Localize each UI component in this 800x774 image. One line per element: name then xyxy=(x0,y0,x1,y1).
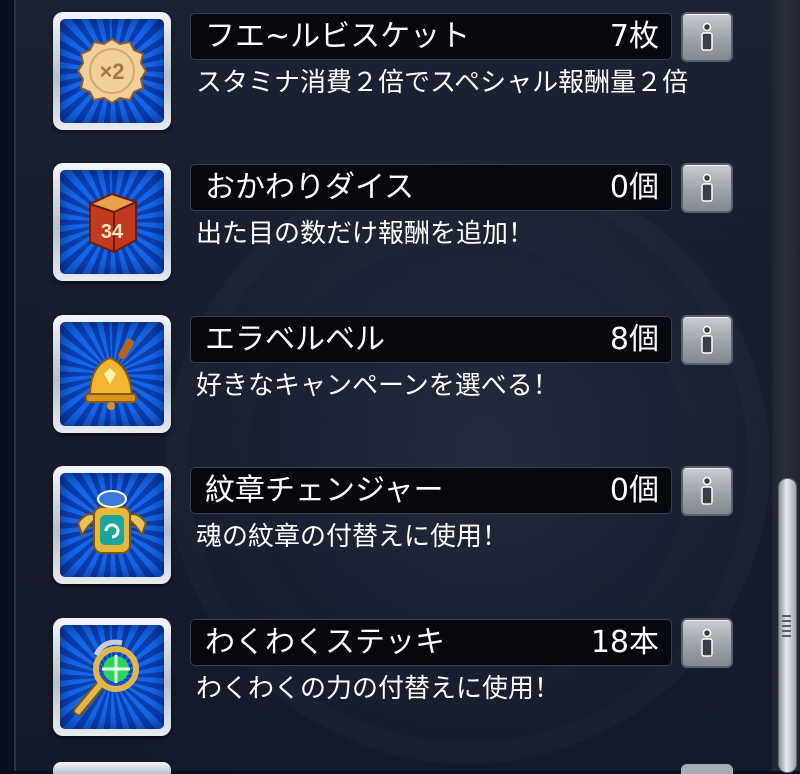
item-description: 出た目の数だけ報酬を追加！ xyxy=(196,219,535,249)
info-button[interactable] xyxy=(681,466,733,516)
item-count: 0個 xyxy=(609,170,659,205)
bell-icon xyxy=(85,338,137,410)
list-item[interactable]: 紋章チェンジャー 0個 魂の紋章の付替えに使用！ xyxy=(0,466,770,596)
scroll-grip-line xyxy=(782,630,791,632)
next-info-button[interactable] xyxy=(681,764,733,774)
crest-changer-icon xyxy=(76,490,148,554)
info-icon xyxy=(701,476,713,505)
dice-label: 34 xyxy=(101,221,124,243)
item-count: 18本 xyxy=(590,625,659,660)
item-name-bar: 紋章チェンジャー 0個 xyxy=(190,467,672,514)
item-icon-frame[interactable]: ×2 xyxy=(53,12,171,130)
item-count: 7枚 xyxy=(609,19,659,54)
item-name: わくわくステッキ xyxy=(205,625,445,660)
list-item[interactable]: ×2 フエ~ルビスケット 7枚 スタミナ消費２倍でスペシャル報酬量２倍 xyxy=(0,12,770,142)
scroll-grip-line xyxy=(782,625,791,627)
item-name-bar: おかわりダイス 0個 xyxy=(190,164,672,211)
info-icon xyxy=(701,628,713,657)
item-description: 好きなキャンペーンを選べる！ xyxy=(196,371,559,401)
item-icon-frame[interactable] xyxy=(53,618,171,736)
info-button[interactable] xyxy=(681,163,733,213)
biscuit-label: ×2 xyxy=(99,59,124,84)
scroll-grip-line xyxy=(782,635,791,637)
scroll-grip-line xyxy=(782,620,791,622)
list-item[interactable]: エラベルベル 8個 好きなキャンペーンを選べる！ xyxy=(0,315,770,445)
info-button[interactable] xyxy=(681,618,733,668)
item-name: 紋章チェンジャー xyxy=(205,473,444,508)
item-name-bar: フエ~ルビスケット 7枚 xyxy=(190,13,672,60)
item-count: 0個 xyxy=(609,473,659,508)
wand-icon xyxy=(73,639,139,717)
scroll-grip-line xyxy=(782,615,791,617)
item-icon-frame[interactable] xyxy=(53,315,171,433)
biscuit-icon: ×2 xyxy=(76,37,148,105)
info-button[interactable] xyxy=(681,12,733,62)
next-item-icon-frame[interactable] xyxy=(53,762,171,774)
item-count: 8個 xyxy=(609,322,659,357)
dice-icon: 34 xyxy=(87,192,139,254)
list-item[interactable]: 34 おかわりダイス 0個 出た目の数だけ報酬を追加！ xyxy=(0,163,770,293)
info-icon xyxy=(701,173,713,202)
item-description: わくわくの力の付替えに使用！ xyxy=(196,674,561,704)
item-icon-frame[interactable]: 34 xyxy=(53,163,171,281)
info-icon xyxy=(701,325,713,354)
info-button[interactable] xyxy=(681,315,733,365)
item-description: スタミナ消費２倍でスペシャル報酬量２倍 xyxy=(196,68,689,98)
item-name-bar: エラベルベル 8個 xyxy=(190,316,672,363)
item-name: おかわりダイス xyxy=(205,170,415,205)
info-icon xyxy=(701,22,713,51)
list-item[interactable]: わくわくステッキ 18本 わくわくの力の付替えに使用！ xyxy=(0,618,770,748)
item-name: エラベルベル xyxy=(205,322,385,357)
item-description: 魂の紋章の付替えに使用！ xyxy=(196,522,509,552)
item-name-bar: わくわくステッキ 18本 xyxy=(190,619,672,666)
item-icon-frame[interactable] xyxy=(53,466,171,584)
item-name: フエ~ルビスケット xyxy=(205,19,471,54)
